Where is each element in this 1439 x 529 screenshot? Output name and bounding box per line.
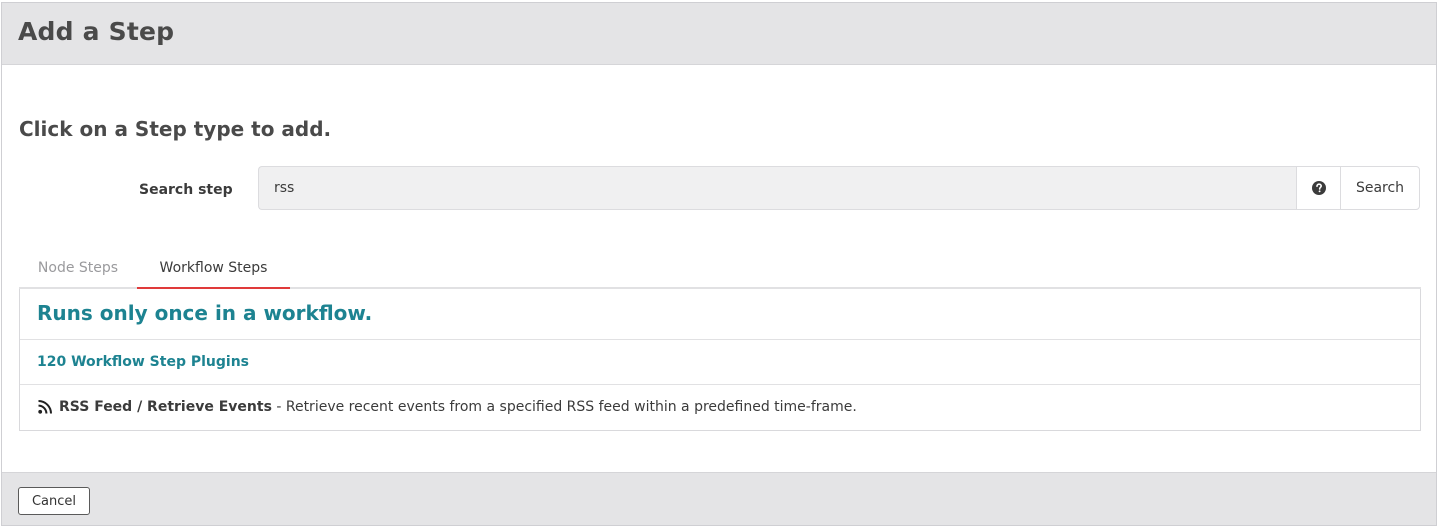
instruction-heading: Click on a Step type to add. <box>19 117 332 141</box>
modal-footer: Cancel <box>2 472 1436 525</box>
panel-heading: Runs only once in a workflow. <box>20 289 1420 340</box>
step-name: RSS Feed / Retrieve Events <box>59 399 272 415</box>
cancel-button[interactable]: Cancel <box>18 487 90 515</box>
search-button[interactable]: Search <box>1340 166 1420 210</box>
workflow-steps-panel: Runs only once in a workflow. 120 Workfl… <box>19 289 1421 431</box>
rss-icon <box>38 400 52 414</box>
search-step-label: Search step <box>139 182 233 198</box>
question-circle-icon <box>1311 181 1326 195</box>
tab-node-steps[interactable]: Node Steps <box>19 249 137 287</box>
workflow-step-plugins-link[interactable]: 120 Workflow Step Plugins <box>37 354 249 370</box>
list-item-rss-feed-step[interactable]: RSS Feed / Retrieve Events - Retrieve re… <box>20 385 1420 430</box>
modal-header: Add a Step <box>2 3 1436 65</box>
tab-workflow-steps[interactable]: Workflow Steps <box>137 249 290 289</box>
plugins-row: 120 Workflow Step Plugins <box>20 340 1420 385</box>
add-step-modal: Add a Step Click on a Step type to add. … <box>1 2 1437 526</box>
search-help-button[interactable] <box>1296 166 1341 210</box>
modal-title: Add a Step <box>18 17 175 46</box>
panel-heading-text: Runs only once in a workflow. <box>37 301 373 325</box>
step-type-tabs: Node Steps Workflow Steps <box>19 249 1421 289</box>
search-step-input[interactable] <box>258 166 1297 210</box>
step-description: - Retrieve recent events from a specifie… <box>271 399 857 415</box>
step-text: RSS Feed / Retrieve Events - Retrieve re… <box>59 399 857 415</box>
